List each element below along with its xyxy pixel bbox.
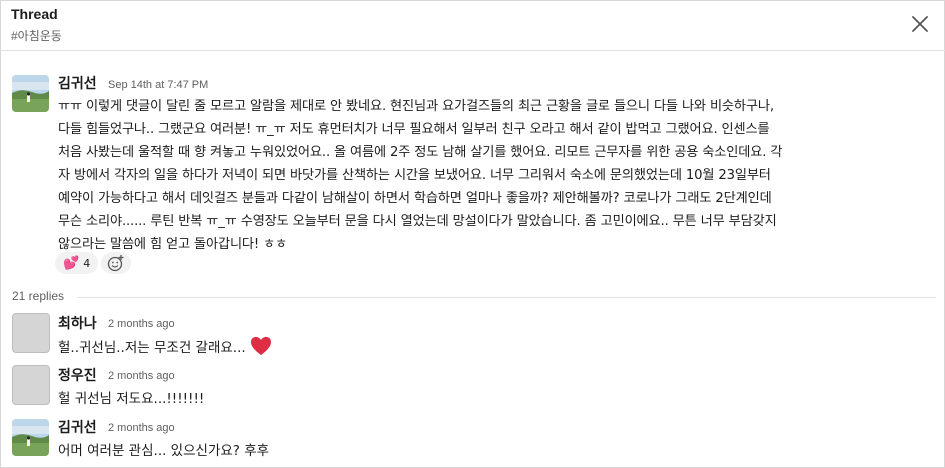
reaction-pill[interactable]: 💕 4 [55, 252, 99, 274]
avatar[interactable] [12, 365, 50, 405]
thread-header: Thread #아침운동 [0, 0, 945, 51]
reaction-count: 4 [83, 256, 91, 270]
avatar[interactable] [12, 419, 49, 456]
heart-emoji [250, 336, 271, 356]
two-hearts-icon: 💕 [63, 255, 80, 271]
message-timestamp[interactable]: 2 months ago [108, 370, 175, 382]
close-icon[interactable] [909, 13, 931, 35]
message-text-line: 자 방에서 각자의 일을 하다가 저녁이 되면 바닷가를 산책하는 시간을 보냈… [58, 168, 771, 183]
author-name[interactable]: 정우진 [58, 365, 97, 385]
divider [78, 297, 936, 298]
replies-count: 21 replies [12, 289, 65, 303]
channel-link[interactable]: #아침운동 [11, 27, 62, 44]
reply-text: 어머 여러분 관심... 있으신가요? 후후 [58, 443, 270, 459]
message-timestamp[interactable]: 2 months ago [108, 318, 175, 330]
message-text-line: 무슨 소리야...... 루틴 반복 ㅠ_ㅠ 수영장도 오늘부터 문을 다시 열… [58, 214, 777, 229]
author-name[interactable]: 김귀선 [58, 417, 97, 437]
add-reaction-icon [107, 255, 124, 272]
message-timestamp[interactable]: Sep 14th at 7:47 PM [108, 79, 208, 91]
author-name[interactable]: 최하나 [58, 313, 97, 333]
avatar[interactable] [12, 313, 50, 353]
message-text-line: 않으라는 말씀에 힘 얻고 돌아갑니다! ㅎㅎ [58, 237, 288, 252]
reply-text: 헐..귀선님..저는 무조건 갈래요... [58, 336, 272, 356]
message-text-line: ㅠㅠ 이렇게 댓글이 달린 줄 모르고 알람을 제대로 안 봤네요. 현진님과 … [58, 99, 774, 114]
message-text-line: 처음 사봤는데 울적할 때 향 켜놓고 누워있었어요.. 올 여름에 2주 정도… [58, 145, 783, 160]
avatar[interactable] [12, 75, 49, 112]
reply-text: 헐 귀선님 저도요...!!!!!!! [58, 391, 205, 407]
add-reaction-button[interactable] [101, 252, 131, 274]
message-text-line: 예약이 가능하다고 해서 데잇걸즈 분들과 다같이 남해살이 하면서 학습하면 … [58, 191, 772, 206]
message-text-line: 다들 힘들었구나.. 그랬군요 여러분! ㅠ_ㅠ 저도 휴먼터치가 너무 필요해… [58, 122, 770, 137]
message-timestamp[interactable]: 2 months ago [108, 422, 175, 434]
author-name[interactable]: 김귀선 [58, 73, 97, 93]
panel-title: Thread [11, 6, 58, 22]
